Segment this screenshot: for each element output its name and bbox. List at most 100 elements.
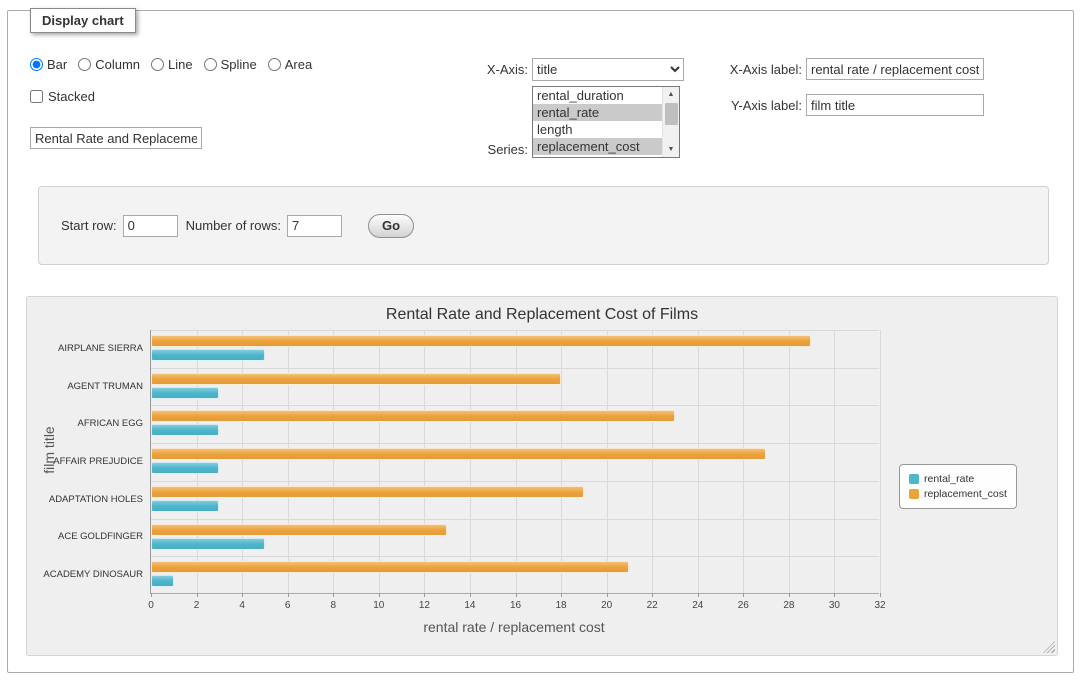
chart-type-radio-line[interactable]: [151, 58, 164, 71]
x-axis-tick-label: 2: [182, 600, 212, 611]
legend-swatch-icon: [909, 474, 919, 484]
chart-legend: rental_rate replacement_cost: [899, 464, 1017, 509]
bar-replacement_cost: [151, 335, 811, 347]
x-axis-select[interactable]: title: [532, 58, 684, 81]
x-axis-tick-label: 28: [774, 600, 804, 611]
x-axis-tick: [789, 593, 790, 597]
bar-rental_rate: [151, 424, 219, 436]
start-row-label: Start row:: [61, 218, 117, 233]
x-axis-tick-label: 22: [637, 600, 667, 611]
gridline-vertical: [424, 330, 425, 593]
scroll-up-arrow-icon[interactable]: ▲: [663, 87, 679, 102]
display-chart-panel: Display chart BarColumnLineSplineArea St…: [7, 10, 1074, 673]
x-axis-tick: [379, 593, 380, 597]
category-label: AFRICAN EGG: [33, 418, 143, 429]
category-label: ACE GOLDFINGER: [33, 531, 143, 542]
legend-item-label: replacement_cost: [924, 488, 1007, 500]
stacked-option[interactable]: Stacked: [30, 89, 95, 104]
x-axis-tick: [288, 593, 289, 597]
x-axis-tick-label: 14: [455, 600, 485, 611]
x-axis-tick: [470, 593, 471, 597]
bar-replacement_cost: [151, 410, 675, 422]
chart-type-option-column[interactable]: Column: [78, 57, 140, 72]
x-axis-tick-label: 6: [273, 600, 303, 611]
series-options-list: rental_durationrental_ratelengthreplacem…: [533, 87, 662, 155]
stacked-label: Stacked: [48, 89, 95, 104]
category-label: AGENT TRUMAN: [33, 381, 143, 392]
scroll-down-arrow-icon[interactable]: ▼: [663, 142, 679, 157]
gridline-vertical: [834, 330, 835, 593]
category-label: ACADEMY DINOSAUR: [33, 569, 143, 580]
gridline-vertical: [561, 330, 562, 593]
gridline-vertical: [516, 330, 517, 593]
bar-rental_rate: [151, 387, 219, 399]
gridline-vertical: [333, 330, 334, 593]
bar-rental_rate: [151, 462, 219, 474]
x-axis-tick-label: 26: [728, 600, 758, 611]
x-axis-tick: [197, 593, 198, 597]
start-row-input[interactable]: [123, 215, 178, 237]
chart-panel: Rental Rate and Replacement Cost of Film…: [26, 296, 1058, 656]
x-axis-tick: [607, 593, 608, 597]
legend-item-replacement_cost[interactable]: replacement_cost: [909, 488, 1007, 500]
chart-type-radio-bar[interactable]: [30, 58, 43, 71]
x-axis-tick-label: 4: [227, 600, 257, 611]
chart-type-radio-column[interactable]: [78, 58, 91, 71]
x-axis-label-input[interactable]: [806, 58, 984, 80]
chart-type-option-label: Column: [95, 57, 140, 72]
category-label: AFFAIR PREJUDICE: [33, 456, 143, 467]
x-axis-tick-label: 18: [546, 600, 576, 611]
legend-item-rental_rate[interactable]: rental_rate: [909, 473, 1007, 485]
bar-replacement_cost: [151, 486, 584, 498]
num-rows-input[interactable]: [287, 215, 342, 237]
x-axis-tick-label: 20: [592, 600, 622, 611]
go-button[interactable]: Go: [368, 214, 414, 238]
chart-type-option-label: Spline: [221, 57, 257, 72]
chart-title-input[interactable]: [30, 127, 202, 149]
series-listbox[interactable]: rental_durationrental_ratelengthreplacem…: [532, 86, 680, 158]
x-axis-select-label: X-Axis:: [428, 62, 528, 77]
chart-type-radio-spline[interactable]: [204, 58, 217, 71]
series-option-length[interactable]: length: [533, 121, 662, 138]
x-axis-title: rental rate / replacement cost: [423, 619, 604, 635]
category-label: ADAPTATION HOLES: [33, 494, 143, 505]
series-listbox-scrollbar[interactable]: ▲ ▼: [662, 87, 679, 157]
x-axis-tick: [561, 593, 562, 597]
stacked-checkbox[interactable]: [30, 90, 43, 103]
gridline-vertical: [789, 330, 790, 593]
x-axis-tick-label: 32: [865, 600, 895, 611]
x-axis-tick-label: 24: [683, 600, 713, 611]
chart-type-option-label: Area: [285, 57, 312, 72]
legend-swatch-icon: [909, 489, 919, 499]
gridline-vertical: [288, 330, 289, 593]
x-axis-tick: [242, 593, 243, 597]
series-option-rental_rate[interactable]: rental_rate: [533, 104, 662, 121]
bar-replacement_cost: [151, 561, 629, 573]
x-axis-tick-label: 30: [819, 600, 849, 611]
bar-replacement_cost: [151, 373, 561, 385]
resize-handle-icon[interactable]: [1043, 641, 1055, 653]
chart-type-option-area[interactable]: Area: [268, 57, 312, 72]
x-axis-tick-label: 8: [318, 600, 348, 611]
x-axis-tick: [151, 593, 152, 597]
plot-area: 02468101214161820222426283032AIRPLANE SI…: [150, 330, 879, 594]
category-label: AIRPLANE SIERRA: [33, 343, 143, 354]
chart-type-option-line[interactable]: Line: [151, 57, 193, 72]
bar-rental_rate: [151, 538, 265, 550]
series-option-replacement_cost[interactable]: replacement_cost: [533, 138, 662, 155]
gridline-vertical: [379, 330, 380, 593]
y-axis-label-label: Y-Axis label:: [706, 98, 802, 113]
chart-type-option-bar[interactable]: Bar: [30, 57, 67, 72]
scrollbar-thumb[interactable]: [665, 103, 678, 125]
series-option-rental_duration[interactable]: rental_duration: [533, 87, 662, 104]
x-axis-tick-label: 16: [501, 600, 531, 611]
x-axis-tick: [333, 593, 334, 597]
chart-type-option-label: Line: [168, 57, 193, 72]
y-axis-label-input[interactable]: [806, 94, 984, 116]
chart-type-radio-group: Bar Column Line Spline Area: [30, 57, 323, 72]
chart-type-radio-area[interactable]: [268, 58, 281, 71]
x-axis-tick: [880, 593, 881, 597]
chart-type-option-spline[interactable]: Spline: [204, 57, 257, 72]
x-axis-label-label: X-Axis label:: [706, 62, 802, 77]
gridline-vertical: [470, 330, 471, 593]
